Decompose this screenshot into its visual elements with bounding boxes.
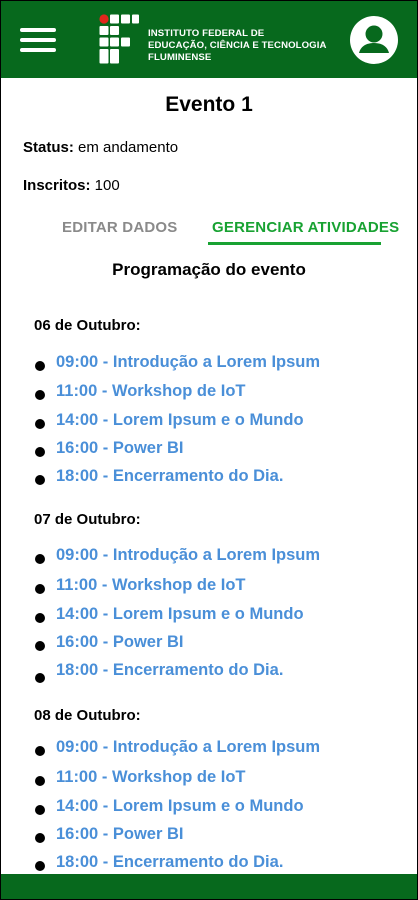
enrolled-label: Inscritos: <box>23 177 91 194</box>
top-bar: INSTITUTO FEDERAL DE EDUCAÇÃO, CIÊNCIA E… <box>1 1 417 78</box>
bullet-icon <box>35 641 45 651</box>
bullet-icon <box>35 475 45 485</box>
menu-bar <box>20 38 56 42</box>
activity-link[interactable]: 18:00 - Encerramento do Dia. <box>56 467 283 486</box>
activity-link[interactable]: 14:00 - Lorem Ipsum e o Mundo <box>56 605 304 624</box>
activity-link[interactable]: 16:00 - Power BI <box>56 633 183 652</box>
activity-link[interactable]: 14:00 - Lorem Ipsum e o Mundo <box>56 797 304 816</box>
day-heading: 08 de Outubro: <box>34 707 141 724</box>
bullet-icon <box>35 776 45 786</box>
status-label: Status: <box>23 139 74 156</box>
event-title: Evento 1 <box>165 93 253 116</box>
bullet-icon <box>35 554 45 564</box>
active-tab-indicator <box>208 242 381 245</box>
enrolled-line: Inscritos: 100 <box>23 177 120 194</box>
activity-link[interactable]: 09:00 - Introdução a Lorem Ipsum <box>56 353 320 372</box>
bullet-icon <box>35 805 45 815</box>
day-heading: 06 de Outubro: <box>34 317 141 334</box>
bullet-icon <box>35 584 45 594</box>
hamburger-menu-icon[interactable] <box>20 27 56 53</box>
activity-link[interactable]: 18:00 - Encerramento do Dia. <box>56 661 283 680</box>
activity-link[interactable]: 11:00 - Workshop de IoT <box>56 382 245 401</box>
activity-link[interactable]: 14:00 - Lorem Ipsum e o Mundo <box>56 411 304 430</box>
institute-logo-icon <box>99 14 139 64</box>
activity-link[interactable]: 09:00 - Introdução a Lorem Ipsum <box>56 738 320 757</box>
schedule-title: Programação do evento <box>112 260 306 279</box>
status-value: em andamento <box>73 139 179 156</box>
activity-link[interactable]: 09:00 - Introdução a Lorem Ipsum <box>56 546 320 565</box>
activity-link[interactable]: 16:00 - Power BI <box>56 825 183 844</box>
user-avatar-icon <box>359 25 389 53</box>
activity-link[interactable]: 16:00 - Power BI <box>56 439 183 458</box>
activity-link[interactable]: 18:00 - Encerramento do Dia. <box>56 853 283 872</box>
brand-line: FLUMINENSE <box>148 52 212 63</box>
bullet-icon <box>35 419 45 429</box>
bullet-icon <box>35 861 45 871</box>
bullet-icon <box>35 673 45 683</box>
bullet-icon <box>35 361 45 371</box>
menu-bar <box>20 48 56 52</box>
activity-link[interactable]: 11:00 - Workshop de IoT <box>56 576 245 595</box>
bullet-icon <box>35 447 45 457</box>
bullet-icon <box>35 390 45 400</box>
enrolled-value: 100 <box>90 177 120 194</box>
bullet-icon <box>35 746 45 756</box>
bottom-bar <box>1 874 417 899</box>
brand-line: EDUCAÇÃO, CIÊNCIA E TECNOLOGIA <box>148 40 327 51</box>
bullet-icon <box>35 833 45 843</box>
menu-bar <box>20 28 56 32</box>
tab-manage-activities[interactable]: GERENCIAR ATIVIDADES <box>212 219 399 236</box>
institute-name: INSTITUTO FEDERAL DE EDUCAÇÃO, CIÊNCIA E… <box>148 28 327 64</box>
tab-edit-data[interactable]: EDITAR DADOS <box>62 219 177 236</box>
app-frame: INSTITUTO FEDERAL DE EDUCAÇÃO, CIÊNCIA E… <box>0 0 418 900</box>
day-heading: 07 de Outubro: <box>34 511 141 528</box>
status-line: Status: em andamento <box>23 139 178 156</box>
profile-button[interactable] <box>350 16 398 64</box>
bullet-icon <box>35 613 45 623</box>
brand-line: INSTITUTO FEDERAL DE <box>148 28 265 39</box>
activity-link[interactable]: 11:00 - Workshop de IoT <box>56 768 245 787</box>
